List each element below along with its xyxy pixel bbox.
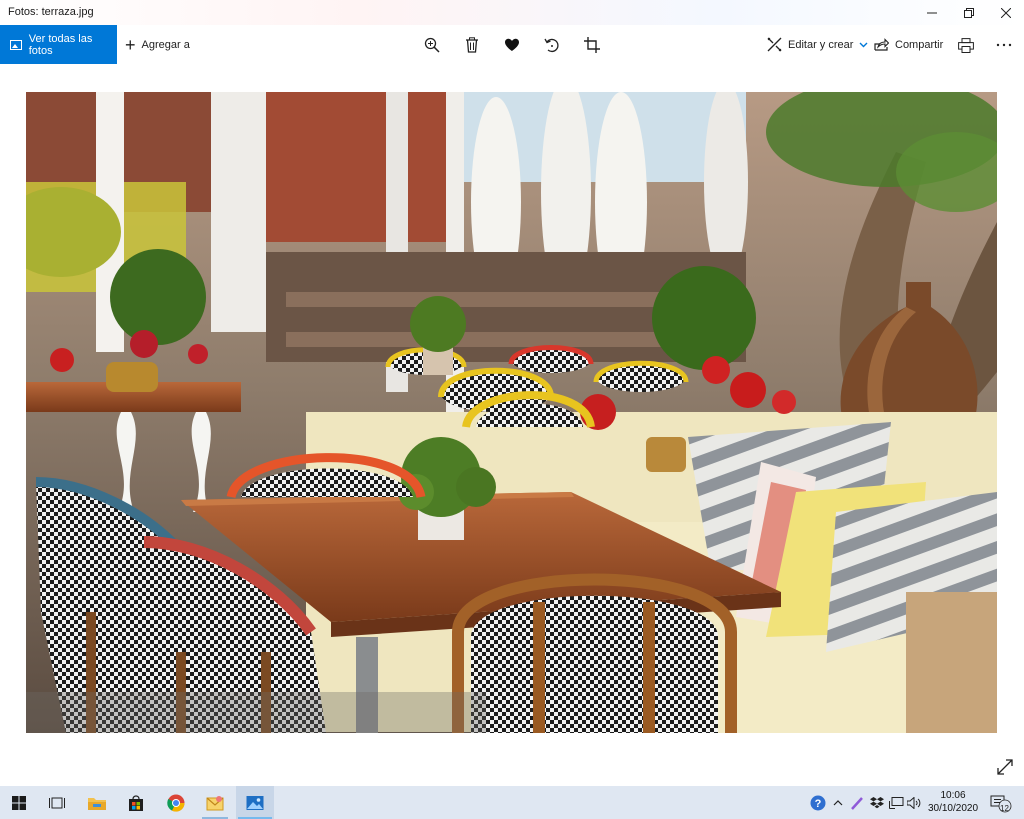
minimize-icon <box>927 12 937 13</box>
rotate-button[interactable] <box>541 34 563 56</box>
svg-text:?: ? <box>815 798 822 810</box>
start-icon <box>12 795 26 810</box>
task-view-icon <box>49 797 65 808</box>
maximize-button[interactable] <box>950 0 988 25</box>
store-button[interactable] <box>117 786 155 819</box>
print-button[interactable] <box>955 34 977 56</box>
photo-viewer-image[interactable] <box>26 92 997 733</box>
clock-date: 30/10/2020 <box>927 803 979 814</box>
mail-icon <box>206 795 224 810</box>
more-button[interactable] <box>993 34 1015 56</box>
chevron-down-icon <box>859 42 868 47</box>
pen-icon <box>851 796 863 810</box>
favorite-icon <box>505 38 519 51</box>
photo-icon <box>10 39 22 50</box>
print-icon <box>958 37 974 53</box>
add-to-button[interactable]: + Agregar a <box>125 25 190 64</box>
share-icon <box>874 38 889 51</box>
volume-tray-button[interactable] <box>905 786 923 819</box>
minimize-button[interactable] <box>913 0 951 25</box>
share-label: Compartir <box>895 38 944 51</box>
view-all-photos-label: Ver todas las fotos <box>28 32 93 57</box>
edit-create-button[interactable]: Editar y crear <box>767 25 868 64</box>
file-explorer-icon <box>88 797 106 810</box>
more-icon <box>996 43 1012 47</box>
store-icon <box>129 794 143 811</box>
chevron-up-icon <box>833 799 843 805</box>
title-bar: Fotos: terraza.jpg <box>0 0 1024 25</box>
network-tray-button[interactable] <box>887 786 905 819</box>
chrome-icon <box>167 794 185 812</box>
help-icon: ? <box>810 795 826 810</box>
volume-icon <box>906 796 920 809</box>
zoom-in-icon <box>424 37 440 53</box>
fullscreen-button[interactable] <box>996 758 1014 776</box>
delete-icon <box>466 37 478 53</box>
mail-button[interactable] <box>196 786 234 819</box>
terrace-photo <box>26 92 997 733</box>
start-button[interactable] <box>0 786 38 819</box>
favorite-button[interactable] <box>501 34 523 56</box>
photos-button[interactable] <box>236 786 274 819</box>
chrome-button[interactable] <box>157 786 195 819</box>
edit-icon <box>767 37 782 52</box>
action-center-button[interactable]: 12 <box>988 786 1014 819</box>
help-tray-button[interactable]: ? <box>808 786 828 819</box>
photos-icon <box>246 795 264 810</box>
file-explorer-button[interactable] <box>78 786 116 819</box>
show-hidden-icons-button[interactable] <box>830 786 846 819</box>
zoom-button[interactable] <box>421 34 443 56</box>
dropbox-icon <box>870 796 884 808</box>
add-to-label: Agregar a <box>141 38 190 51</box>
crop-button[interactable] <box>581 34 603 56</box>
delete-button[interactable] <box>461 34 483 56</box>
crop-icon <box>584 37 600 53</box>
share-button[interactable]: Compartir <box>874 25 943 64</box>
rotate-icon <box>544 38 559 53</box>
clock[interactable]: 10:06 30/10/2020 <box>922 789 984 815</box>
command-bar: Ver todas las fotos + Agregar a Editar y… <box>0 25 1024 64</box>
edit-create-label: Editar y crear <box>788 38 854 51</box>
pen-tray-button[interactable] <box>848 786 866 819</box>
maximize-icon <box>964 7 974 18</box>
task-view-button[interactable] <box>38 786 76 819</box>
dropbox-tray-button[interactable] <box>868 786 886 819</box>
notification-count: 12 <box>1000 804 1009 813</box>
close-button[interactable] <box>987 0 1024 25</box>
expand-icon <box>997 759 1013 775</box>
network-icon <box>888 796 903 809</box>
view-all-photos-button[interactable]: Ver todas las fotos <box>0 25 117 64</box>
window-title: Fotos: terraza.jpg <box>8 6 94 18</box>
clock-time: 10:06 <box>940 790 966 801</box>
close-icon <box>1001 7 1011 18</box>
plus-icon: + <box>125 34 136 55</box>
taskbar: ? 10:06 30/10/2020 12 <box>0 786 1024 819</box>
